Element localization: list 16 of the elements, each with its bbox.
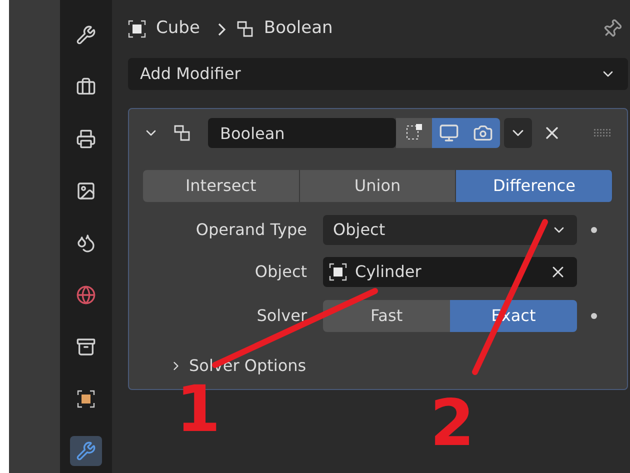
field-label: Operand Type [194,219,308,241]
operation-segment[interactable]: Union [300,170,456,202]
field-label: Solver [256,305,308,327]
object-field[interactable]: Cylinder [323,257,578,287]
operation-segment[interactable]: Intersect [143,170,300,202]
annotation-number: 2 [430,392,475,456]
operation-segment[interactable]: Difference [456,170,614,202]
annotation-number: 1 [176,378,221,442]
solver-segment[interactable]: Fast [323,300,450,332]
breadcrumb-object: Cube [156,17,200,40]
add-modifier-dropdown[interactable]: Add Modifier [128,58,628,90]
object-value: Cylinder [355,261,422,283]
breadcrumb-modifier: Boolean [264,17,333,40]
operand-type-dropdown[interactable]: Object [323,215,578,245]
modifier-name-field[interactable]: Boolean [208,118,396,148]
field-label: Object [254,261,308,283]
